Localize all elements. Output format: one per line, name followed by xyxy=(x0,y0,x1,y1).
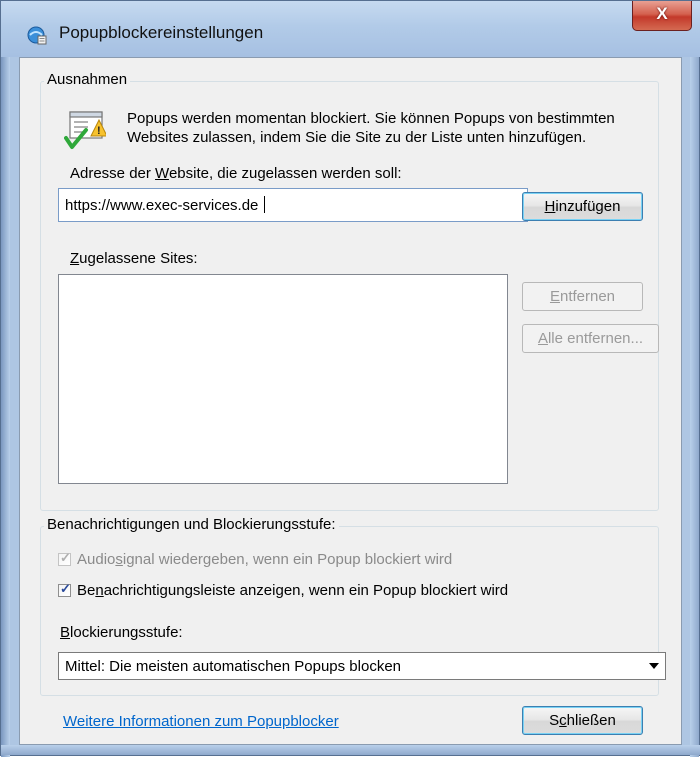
audio-signal-checkbox[interactable]: ✓ xyxy=(58,550,71,566)
exceptions-legend: Ausnahmen xyxy=(44,71,131,88)
title-bar[interactable]: Popupblockereinstellungen xyxy=(1,1,700,57)
close-button[interactable]: Schließen xyxy=(522,706,643,735)
svg-text:!: ! xyxy=(97,125,101,137)
remove-site-button[interactable]: Entfernen xyxy=(522,282,643,311)
notification-bar-checkbox[interactable]: ✓ xyxy=(58,581,71,597)
info-text-line-2: Websites zulassen, indem Sie die Site zu… xyxy=(127,129,587,146)
audio-signal-label: Audiosignal wiedergeben, wenn ein Popup … xyxy=(77,551,453,568)
notification-bar-option[interactable]: ✓ Benachrichtigungsleiste anzeigen, wenn… xyxy=(58,581,509,599)
text-caret xyxy=(264,196,266,213)
more-info-link[interactable]: Weitere Informationen zum Popupblocker xyxy=(63,713,339,730)
notifications-legend: Benachrichtigungen und Blockierungsstufe… xyxy=(44,516,339,533)
popup-warning-icon: ! xyxy=(64,111,106,149)
website-address-input[interactable]: https://www.exec-services.de xyxy=(58,188,528,222)
dropdown-arrow-icon[interactable] xyxy=(649,663,659,669)
remove-all-sites-button[interactable]: Alle entfernen... xyxy=(522,324,659,353)
add-site-button[interactable]: Hinzufügen xyxy=(522,192,643,221)
audio-signal-option[interactable]: ✓ Audiosignal wiedergeben, wenn ein Popu… xyxy=(58,550,453,568)
window-frame-left xyxy=(1,1,10,757)
window-frame-right xyxy=(690,1,699,757)
allowed-sites-list[interactable] xyxy=(58,274,508,484)
close-window-button[interactable]: X xyxy=(632,1,692,31)
website-address-label: Adresse der Website, die zugelassen werd… xyxy=(70,165,402,182)
notification-bar-label: Benachrichtigungsleiste anzeigen, wenn e… xyxy=(77,582,509,599)
window-frame-bottom xyxy=(1,745,700,755)
blocking-level-dropdown[interactable]: Mittel: Die meisten automatischen Popups… xyxy=(58,652,666,680)
dialog-client-area: Ausnahmen ! Popups werden momentan block… xyxy=(19,57,682,745)
internet-explorer-settings-icon xyxy=(27,26,47,45)
close-icon: X xyxy=(656,4,668,23)
window-title: Popupblockereinstellungen xyxy=(59,23,264,42)
dialog-window: Popupblockereinstellungen X Ausnahmen ! … xyxy=(0,0,700,757)
info-text-line-1: Popups werden momentan blockiert. Sie kö… xyxy=(127,110,615,127)
blocking-level-label: Blockierungsstufe: xyxy=(60,624,183,641)
allowed-sites-label: Zugelassene Sites: xyxy=(70,250,198,267)
